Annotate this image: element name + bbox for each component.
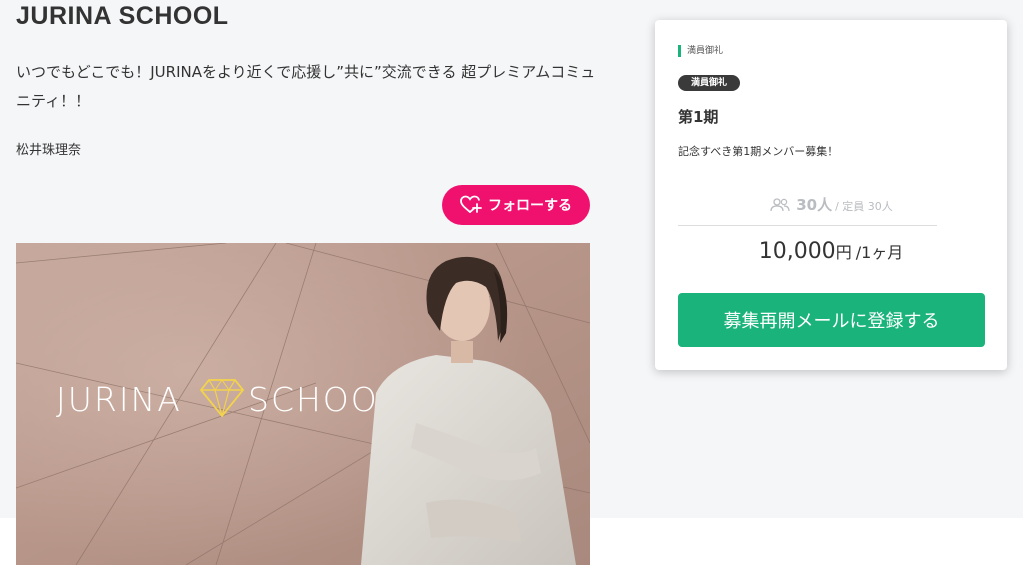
capacity-text: / 定員 30人 bbox=[835, 200, 893, 213]
sold-out-badge: 満員御礼 bbox=[678, 75, 741, 91]
price-currency: 円 bbox=[835, 243, 852, 262]
plan-label: 満員御礼 bbox=[678, 45, 723, 57]
banner-logo-left: JURINA bbox=[56, 380, 182, 419]
price-value: 10,000 bbox=[758, 239, 836, 264]
register-mail-button[interactable]: 募集再開メールに登録する bbox=[678, 293, 985, 347]
plan-period: 第1期 bbox=[678, 108, 719, 126]
people-icon bbox=[769, 197, 791, 212]
community-description: いつでもどこでも！JURINAをより近くで応援し”共に”交流できる 超プレミアム… bbox=[16, 63, 596, 110]
community-banner: JURINA SCHOOL bbox=[16, 243, 590, 565]
plan-price: 10,000円/1ヶ月 bbox=[655, 239, 1007, 264]
community-title: JURINA SCHOOL bbox=[16, 2, 229, 30]
price-period: /1ヶ月 bbox=[855, 243, 904, 262]
follow-button[interactable]: フォローする bbox=[442, 185, 590, 225]
divider bbox=[678, 225, 937, 226]
follow-label: フォローする bbox=[488, 198, 572, 214]
plan-description: 記念すべき第1期メンバー募集！ bbox=[678, 145, 839, 158]
heart-plus-icon bbox=[460, 195, 482, 215]
member-count: 30人 / 定員 30人 bbox=[655, 194, 1007, 215]
plan-card: 満員御礼 満員御礼 第1期 記念すべき第1期メンバー募集！ 30人 / 定員 3… bbox=[655, 20, 1007, 370]
member-count-value: 30人 bbox=[796, 196, 833, 214]
author-name[interactable]: 松井珠理奈 bbox=[16, 139, 81, 158]
